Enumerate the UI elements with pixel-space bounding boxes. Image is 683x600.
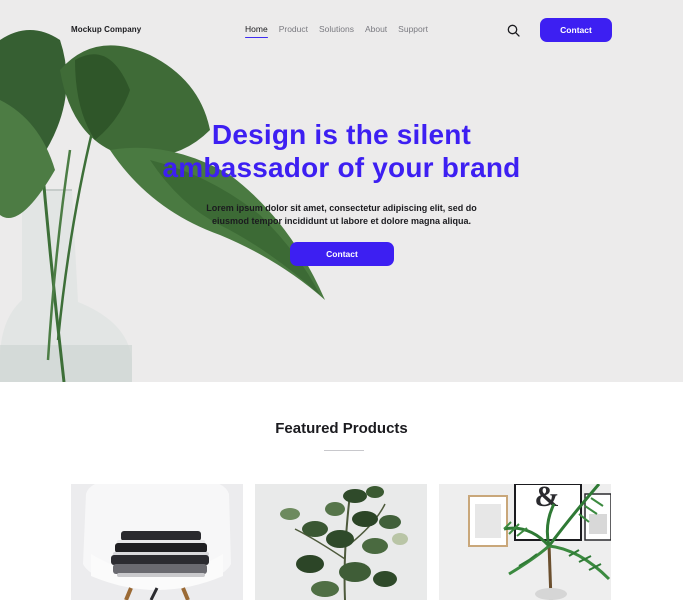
search-icon[interactable]	[507, 24, 520, 37]
product-card-plant[interactable]	[255, 484, 427, 600]
nav-menu: Home Product Solutions About Support	[245, 24, 439, 38]
product-card-chair[interactable]	[71, 484, 243, 600]
chair-product-image	[83, 484, 231, 600]
hero-subtext: Lorem ipsum dolor sit amet, consectetur …	[206, 203, 477, 226]
brand-name[interactable]: Mockup Company	[71, 25, 141, 34]
hero-section: Mockup Company Home Product Solutions Ab…	[0, 0, 683, 382]
nav-contact-button[interactable]: Contact	[540, 18, 612, 42]
nav-item-home[interactable]: Home	[245, 24, 268, 38]
hero-contact-button[interactable]: Contact	[290, 242, 394, 266]
title-divider	[324, 450, 364, 451]
nav-item-product[interactable]: Product	[279, 24, 308, 38]
leafy-plant-product-image	[280, 486, 408, 600]
svg-text:&: &	[535, 484, 560, 513]
nav-item-support[interactable]: Support	[398, 24, 428, 38]
interior-palm-product-image: &	[468, 484, 611, 600]
hero-headline-line-1: Design is the silent	[211, 119, 472, 150]
hero-headline: Design is the silent ambassador of your …	[0, 118, 683, 184]
hero-headline-line-2: ambassador of your brand	[162, 152, 521, 183]
product-card-interior[interactable]: &	[439, 484, 611, 600]
featured-products-title: Featured Products	[275, 420, 408, 437]
nav-item-solutions[interactable]: Solutions	[319, 24, 354, 38]
top-navigation: Mockup Company Home Product Solutions Ab…	[0, 0, 683, 60]
nav-item-about[interactable]: About	[365, 24, 387, 38]
